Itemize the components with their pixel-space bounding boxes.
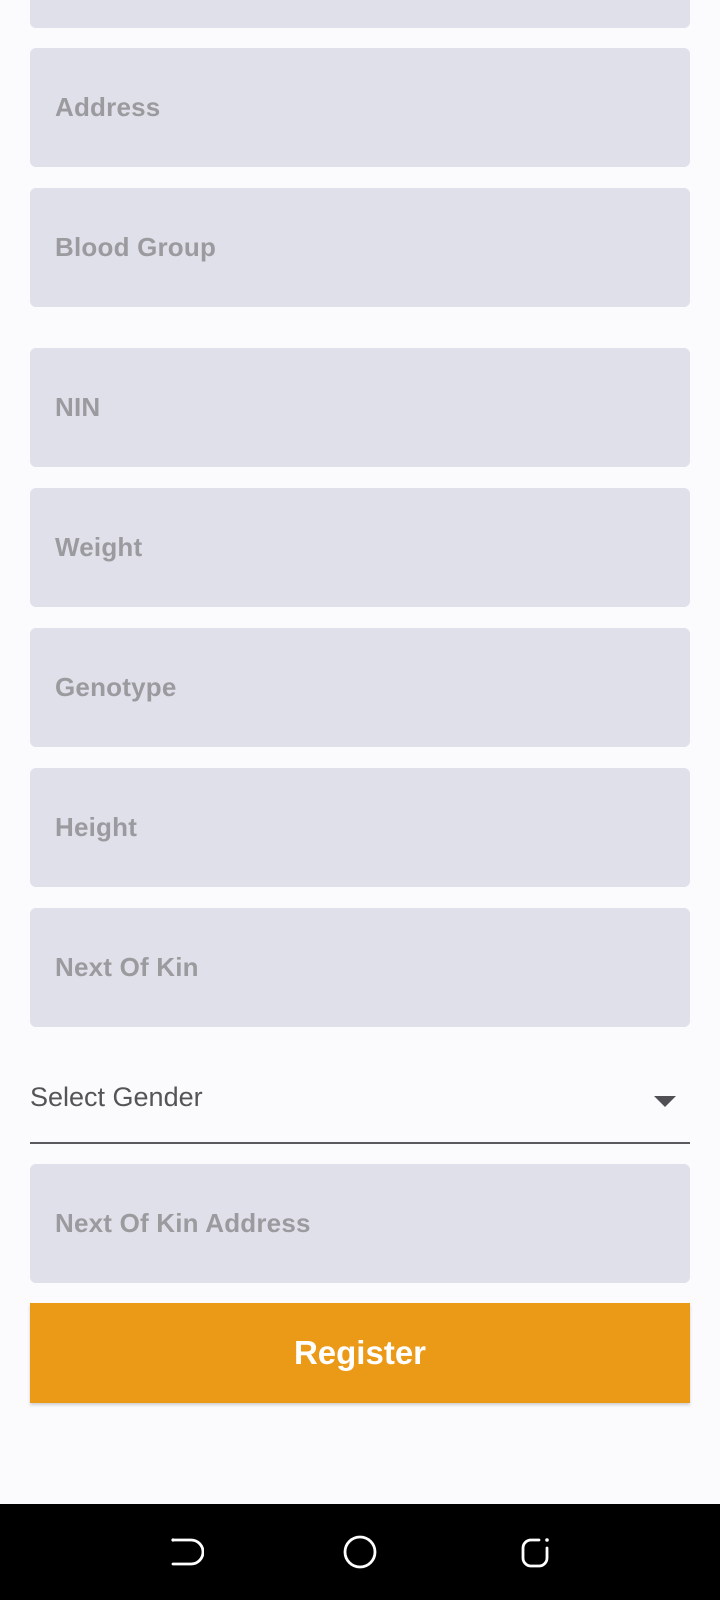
- address-placeholder: Address: [55, 92, 161, 122]
- height-placeholder: Height: [55, 812, 138, 842]
- system-nav-bar: [0, 1504, 720, 1600]
- blood-group-field[interactable]: Blood Group: [30, 188, 690, 307]
- address-field[interactable]: Address: [30, 48, 690, 167]
- nin-placeholder: NIN: [55, 392, 101, 422]
- gender-dropdown-label: Select Gender: [30, 1082, 203, 1112]
- weight-field[interactable]: Weight: [30, 488, 690, 607]
- recent-apps-icon[interactable]: [516, 1532, 556, 1572]
- weight-placeholder: Weight: [55, 532, 143, 562]
- next-of-kin-field[interactable]: Next Of Kin: [30, 908, 690, 1027]
- genotype-placeholder: Genotype: [55, 672, 177, 702]
- next-of-kin-address-placeholder: Next Of Kin Address: [55, 1208, 311, 1238]
- height-field[interactable]: Height: [30, 768, 690, 887]
- genotype-field[interactable]: Genotype: [30, 628, 690, 747]
- next-of-kin-placeholder: Next Of Kin: [55, 952, 199, 982]
- previous-field[interactable]: [30, 0, 690, 28]
- nin-field[interactable]: NIN: [30, 348, 690, 467]
- home-icon[interactable]: [340, 1532, 380, 1572]
- gender-dropdown[interactable]: Select Gender: [30, 1062, 690, 1144]
- register-button[interactable]: Register: [30, 1303, 690, 1403]
- back-icon[interactable]: [164, 1532, 204, 1572]
- blood-group-placeholder: Blood Group: [55, 232, 217, 262]
- dropdown-arrow-icon: [654, 1096, 676, 1107]
- next-of-kin-address-field[interactable]: Next Of Kin Address: [30, 1164, 690, 1283]
